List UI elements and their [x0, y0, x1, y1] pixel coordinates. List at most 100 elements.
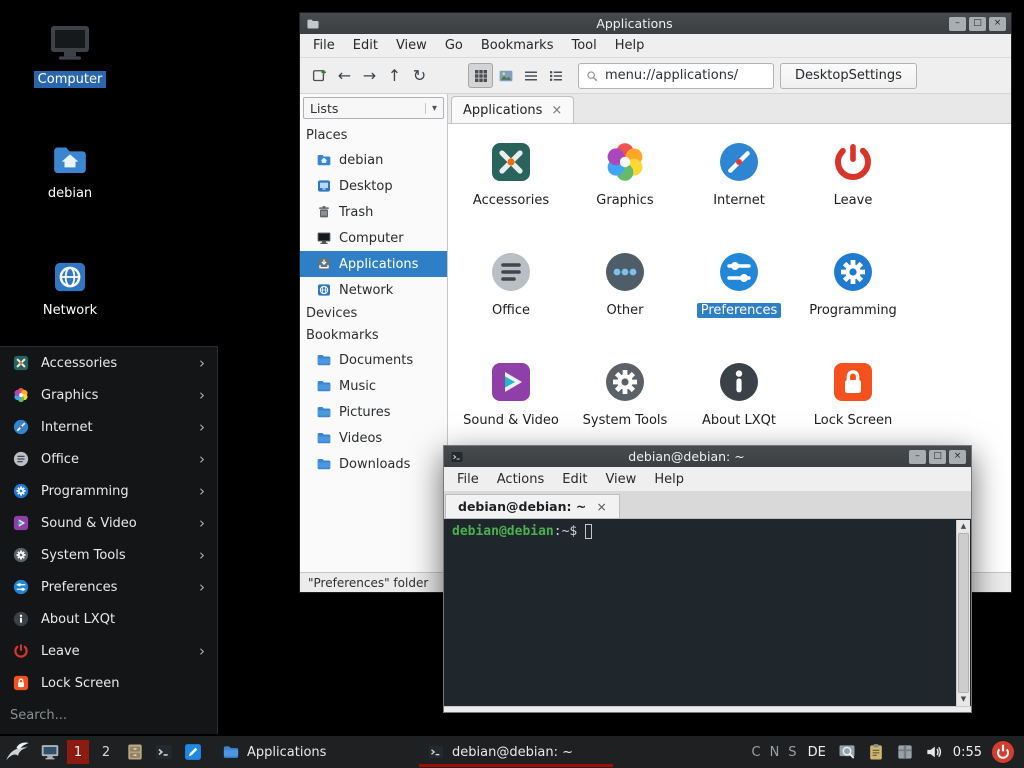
app-accessories[interactable]: Accessories — [454, 136, 568, 246]
menu-item-label: System Tools — [41, 548, 188, 563]
programming-icon — [12, 482, 30, 500]
quicklaunch-file-cabinet[interactable] — [124, 741, 146, 763]
home-folder-icon — [316, 152, 332, 168]
menu-tool[interactable]: Tool — [562, 35, 605, 56]
menu-edit[interactable]: Edit — [344, 35, 387, 56]
menu-view[interactable]: View — [387, 35, 436, 56]
workspace-1-button[interactable]: 1 — [67, 740, 89, 764]
thumbnail-view-button[interactable] — [493, 63, 518, 88]
sidebar-mode-select[interactable]: Lists ▾ — [303, 97, 444, 119]
menu-item-leave[interactable]: Leave › — [0, 635, 217, 667]
desktop-settings-button[interactable]: DesktopSettings — [780, 63, 917, 89]
close-button[interactable]: × — [949, 450, 966, 464]
show-desktop-button[interactable] — [39, 741, 61, 763]
menu-item-internet[interactable]: Internet › — [0, 411, 217, 443]
scrollbar-thumb[interactable] — [958, 533, 969, 693]
menu-help[interactable]: Help — [606, 35, 654, 56]
menu-go[interactable]: Go — [436, 35, 472, 56]
submenu-chevron-icon: › — [199, 482, 217, 500]
sidebar-item-applications[interactable]: Applications — [300, 251, 447, 277]
menu-item-accessories[interactable]: Accessories › — [0, 347, 217, 379]
app-programming[interactable]: Programming — [796, 246, 910, 356]
menu-item-graphics[interactable]: Graphics › — [0, 379, 217, 411]
new-tab-button[interactable] — [307, 63, 332, 88]
leave-button[interactable] — [991, 740, 1015, 764]
icon-view-button[interactable] — [468, 63, 493, 88]
app-label: Leave — [834, 193, 873, 208]
desktop-icon-network[interactable]: Network — [24, 257, 116, 319]
desktop-icon-debian[interactable]: debian — [24, 140, 116, 202]
task-button-applications[interactable]: Applications — [214, 736, 419, 768]
path-bar[interactable]: menu://applications/ — [578, 63, 774, 89]
desktop-icon-computer[interactable]: Computer — [24, 18, 116, 88]
main-menu-button[interactable] — [4, 739, 31, 766]
quicklaunch-editor[interactable] — [182, 741, 204, 763]
tab-label: debian@debian: ~ — [458, 499, 586, 514]
workspace-2-button[interactable]: 2 — [95, 740, 117, 764]
menu-actions[interactable]: Actions — [488, 469, 554, 490]
menu-item-programming[interactable]: Programming › — [0, 475, 217, 507]
menu-file[interactable]: File — [448, 469, 488, 490]
sidebar-item-network[interactable]: Network — [300, 277, 447, 303]
reload-button[interactable]: ↻ — [407, 63, 432, 88]
app-preferences[interactable]: Preferences — [682, 246, 796, 356]
menu-item-preferences[interactable]: Preferences › — [0, 571, 217, 603]
minimize-button[interactable]: – — [949, 17, 966, 31]
app-internet[interactable]: Internet — [682, 136, 796, 246]
clipboard-tray-icon[interactable] — [866, 742, 886, 762]
sidebar-item-debian[interactable]: debian — [300, 147, 447, 173]
tab-applications[interactable]: Applications × — [451, 96, 574, 123]
app-other[interactable]: Other — [568, 246, 682, 356]
menu-bookmarks[interactable]: Bookmarks — [472, 35, 563, 56]
minimize-button[interactable]: – — [909, 450, 926, 464]
menu-item-sound-video[interactable]: Sound & Video › — [0, 507, 217, 539]
menu-item-lock-screen[interactable]: Lock Screen — [0, 667, 217, 699]
menu-file[interactable]: File — [304, 35, 344, 56]
menu-help[interactable]: Help — [645, 469, 693, 490]
clock[interactable]: 0:55 — [953, 745, 982, 760]
sidebar-item-trash[interactable]: Trash — [300, 199, 447, 225]
fm-titlebar[interactable]: Applications – □ × — [300, 13, 1011, 34]
sidebar-item-computer[interactable]: Computer — [300, 225, 447, 251]
sidebar-item-music[interactable]: Music — [300, 373, 447, 399]
up-button[interactable]: ↑ — [382, 63, 407, 88]
office-icon — [487, 248, 535, 296]
maximize-button[interactable]: □ — [969, 17, 986, 31]
close-button[interactable]: × — [989, 17, 1006, 31]
menu-view[interactable]: View — [596, 469, 645, 490]
detailed-view-button[interactable] — [543, 63, 568, 88]
maximize-button[interactable]: □ — [929, 450, 946, 464]
app-graphics[interactable]: Graphics — [568, 136, 682, 246]
volume-tray-icon[interactable] — [924, 742, 944, 762]
keyboard-layout-indicator[interactable]: DE — [808, 745, 826, 760]
sidebar-item-desktop[interactable]: Desktop — [300, 173, 447, 199]
menu-search-input[interactable] — [10, 708, 207, 723]
app-office[interactable]: Office — [454, 246, 568, 356]
terminal-scrollbar[interactable]: ▲ ▼ — [956, 520, 970, 706]
back-button[interactable]: ← — [332, 63, 357, 88]
sidebar-item-documents[interactable]: Documents — [300, 347, 447, 373]
application-menu: Accessories › Graphics › Internet › Offi… — [0, 346, 218, 734]
task-button-terminal[interactable]: debian@debian: ~ — [419, 736, 613, 768]
menu-item-about-lxqt[interactable]: About LXQt — [0, 603, 217, 635]
scroll-up-icon[interactable]: ▲ — [957, 520, 970, 533]
screenshot-icon — [837, 742, 857, 762]
scroll-down-icon[interactable]: ▼ — [957, 693, 970, 706]
removable-media-tray-icon[interactable] — [895, 742, 915, 762]
menu-edit[interactable]: Edit — [553, 469, 596, 490]
sidebar-item-pictures[interactable]: Pictures — [300, 399, 447, 425]
menu-item-system-tools[interactable]: System Tools › — [0, 539, 217, 571]
tab-close-icon[interactable]: × — [551, 103, 562, 118]
terminal-content[interactable]: debian@debian:~$ — [444, 519, 971, 707]
compact-view-button[interactable] — [518, 63, 543, 88]
menu-item-office[interactable]: Office › — [0, 443, 217, 475]
sidebar-item-videos[interactable]: Videos — [300, 425, 447, 451]
tab-close-icon[interactable]: × — [596, 499, 606, 514]
terminal-tab[interactable]: debian@debian: ~ × — [445, 494, 620, 518]
forward-button[interactable]: → — [357, 63, 382, 88]
quicklaunch-terminal[interactable] — [153, 741, 175, 763]
app-leave[interactable]: Leave — [796, 136, 910, 246]
terminal-titlebar[interactable]: debian@debian: ~ – □ × — [444, 446, 971, 467]
screenshot-tray-icon[interactable] — [837, 742, 857, 762]
sidebar-item-downloads[interactable]: Downloads — [300, 451, 447, 477]
